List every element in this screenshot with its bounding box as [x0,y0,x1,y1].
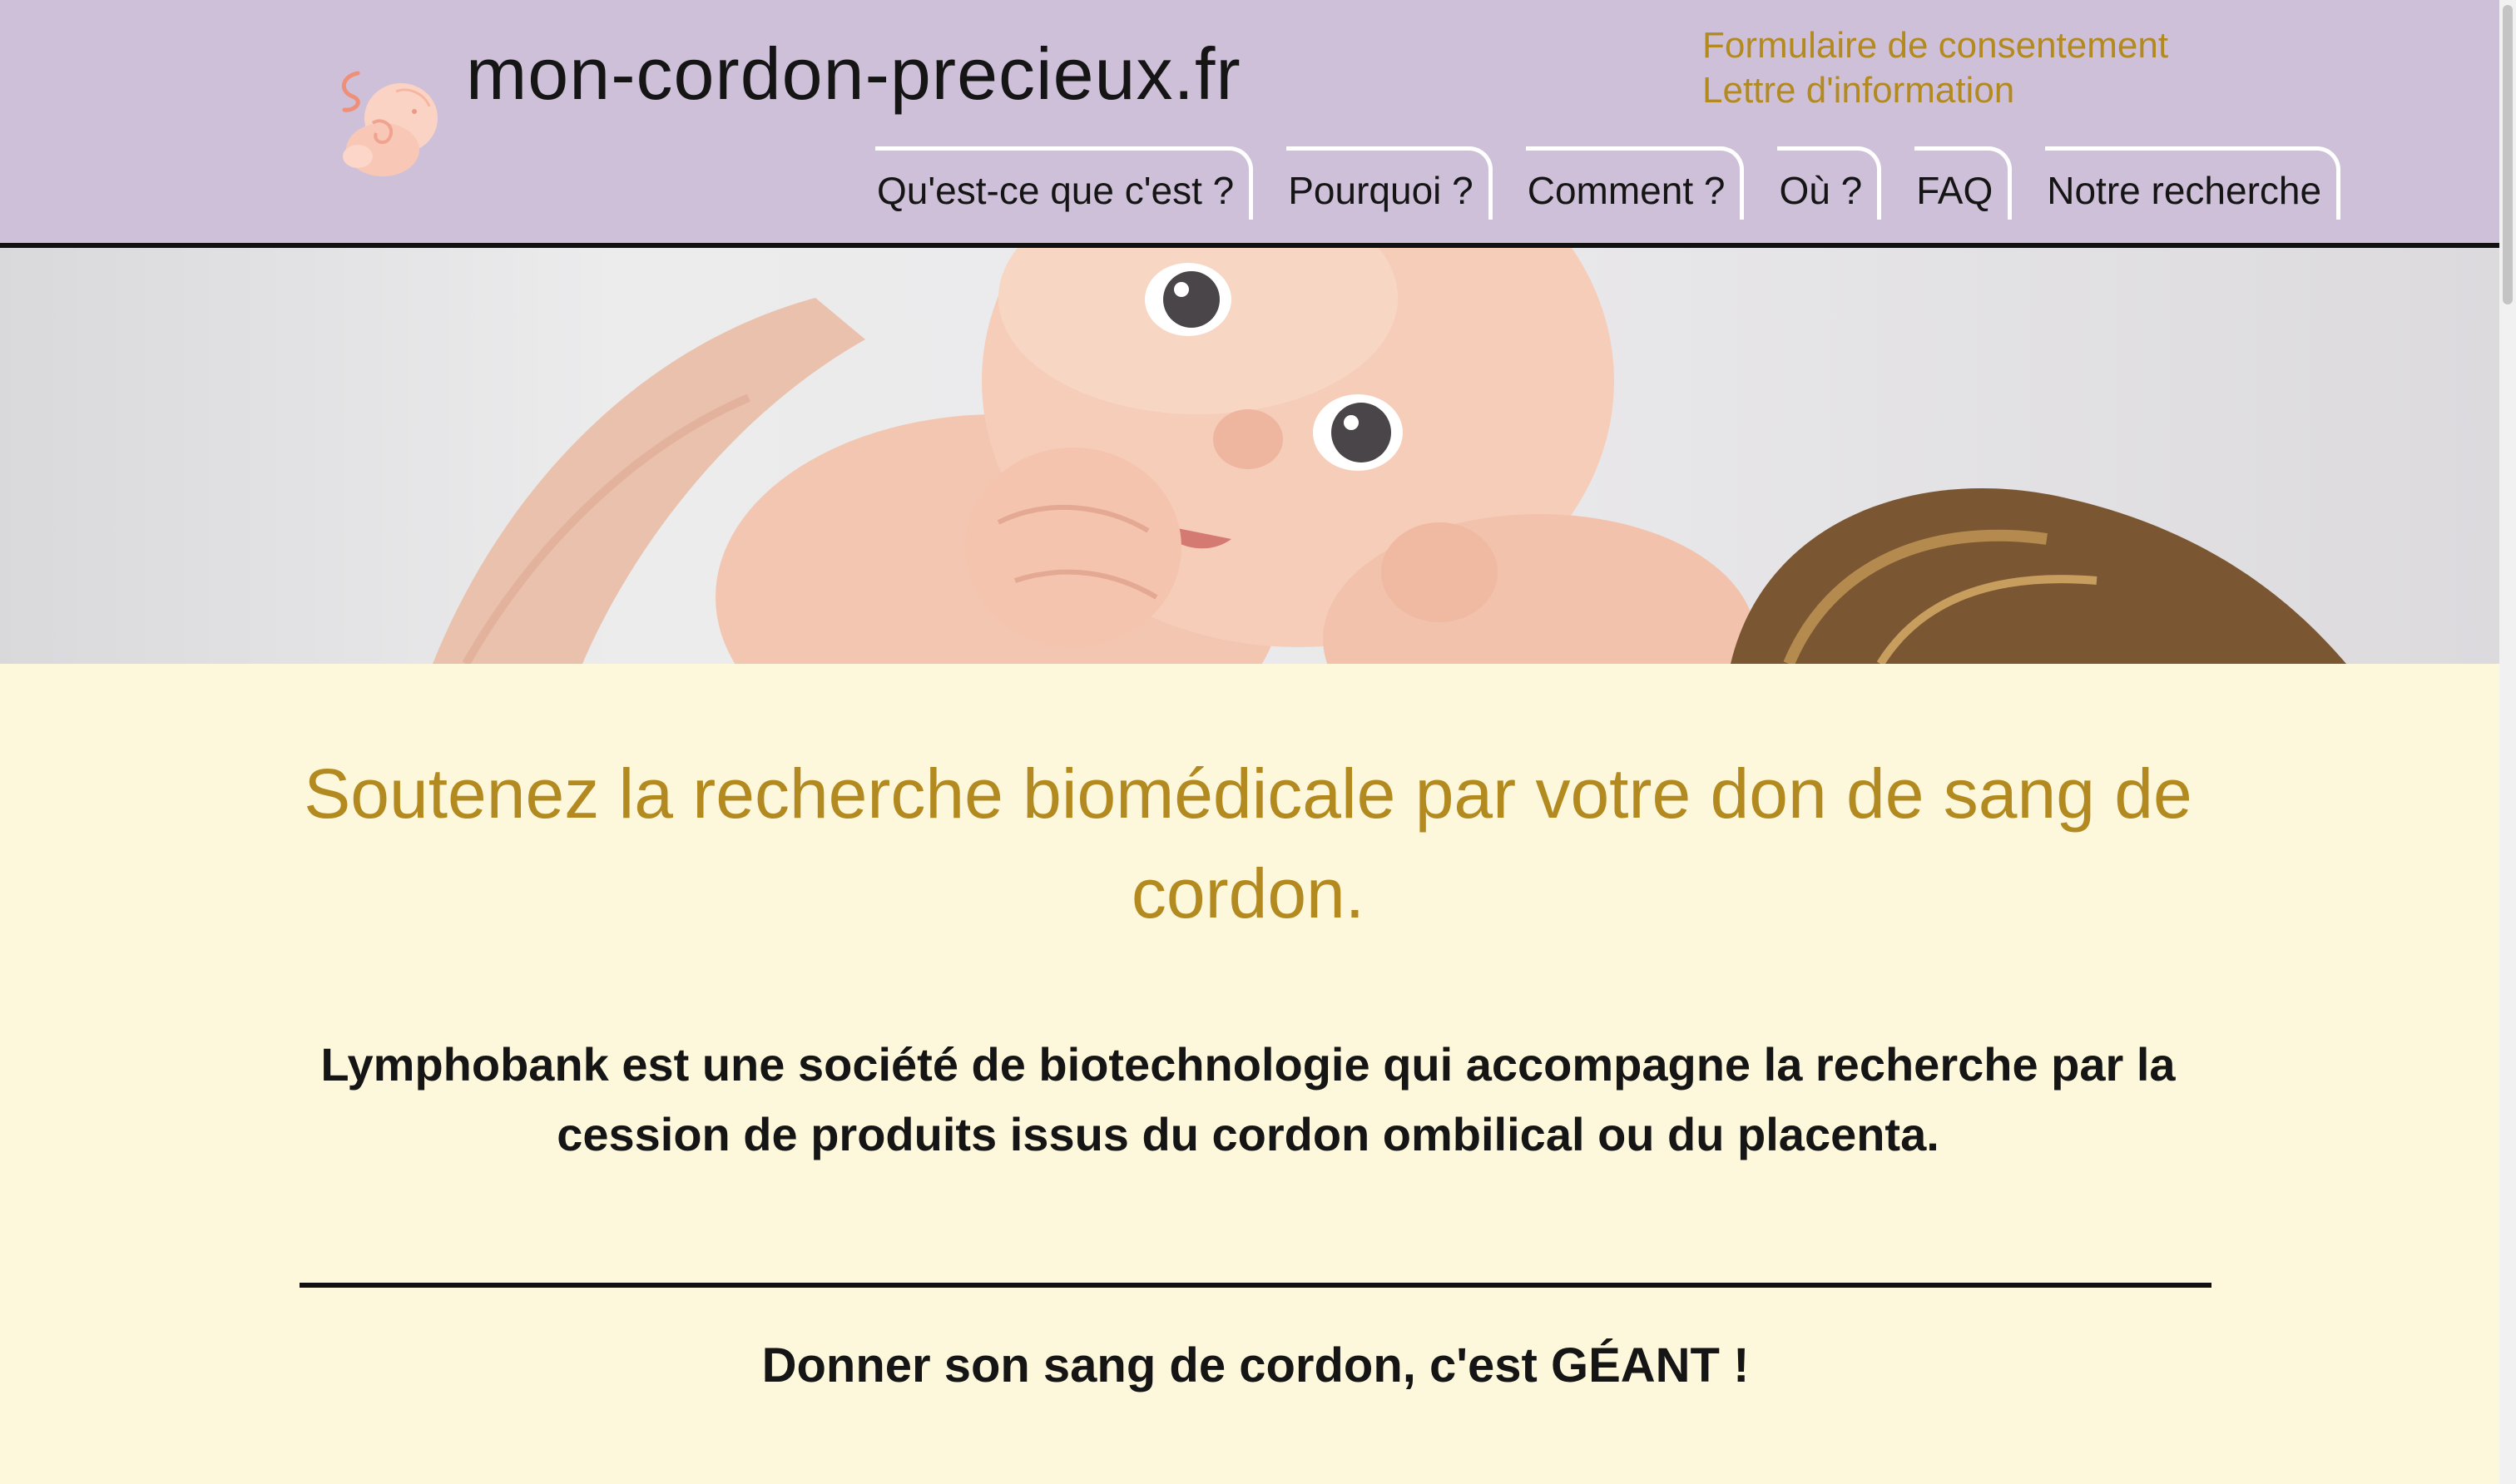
nav-tab-our-research[interactable]: Notre recherche [2045,146,2341,220]
page-headline: Soutenez la recherche biomédicale par vo… [304,754,2192,932]
nav-tab-how[interactable]: Comment ? [1525,146,1745,220]
hero-image [0,248,2499,664]
divider [300,1283,2211,1288]
intro-paragraph: Lymphobank est une société de biotechnol… [320,1038,2176,1160]
page: mon-cordon-precieux.fr Formulaire de con… [0,0,2516,1484]
main-content: Soutenez la recherche biomédicale par vo… [0,664,2499,1484]
baby-embryo-icon[interactable] [324,58,449,183]
consent-form-link[interactable]: Formulaire de consentement [1702,25,2168,67]
vertical-scrollbar[interactable] [2499,0,2516,1484]
nav-tab-what-is-it[interactable]: Qu'est-ce que c'est ? [875,146,1254,220]
site-title[interactable]: mon-cordon-precieux.fr [466,32,1241,116]
main-nav: Qu'est-ce que c'est ? Pourquoi ? Comment… [875,146,2341,220]
nav-tab-faq[interactable]: FAQ [1914,146,2013,220]
nav-tab-why[interactable]: Pourquoi ? [1286,146,1493,220]
nav-tab-where[interactable]: Où ? [1777,146,1882,220]
site-header: mon-cordon-precieux.fr Formulaire de con… [0,0,2499,248]
information-letter-link[interactable]: Lettre d'information [1702,70,2168,111]
scrollbar-thumb[interactable] [2503,5,2513,304]
tagline: Donner son sang de cordon, c'est GÉANT ! [761,1338,1750,1392]
top-links: Formulaire de consentement Lettre d'info… [1702,25,2168,111]
